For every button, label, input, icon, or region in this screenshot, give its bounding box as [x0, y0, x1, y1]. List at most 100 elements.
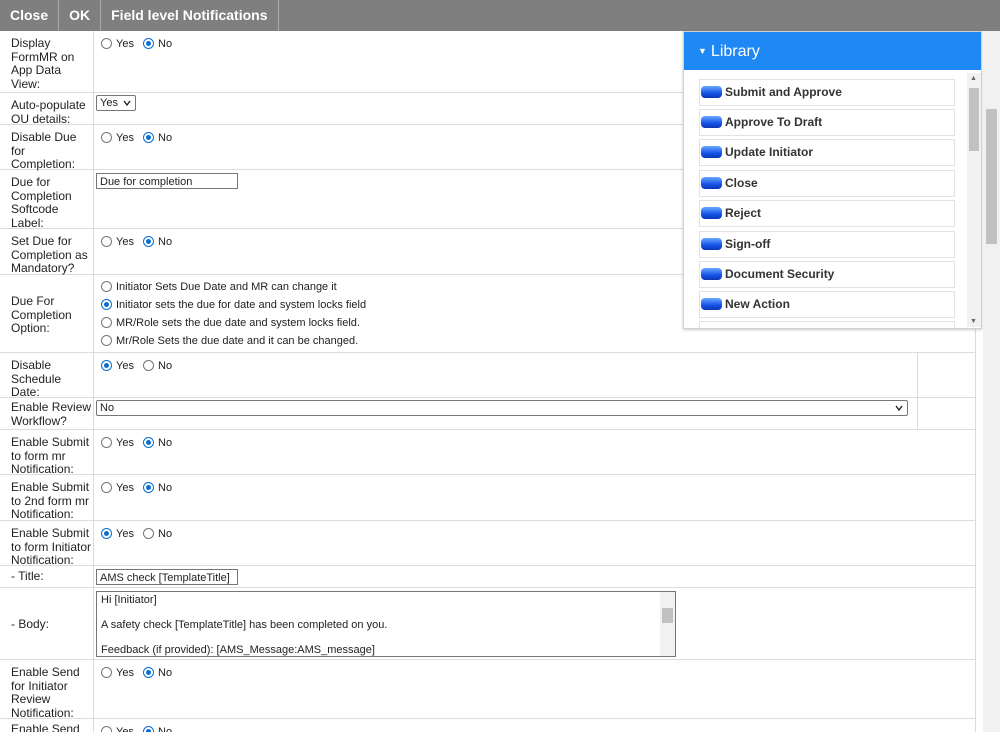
no-radio[interactable]	[143, 132, 155, 143]
library-item-submit-and-approve[interactable]: Submit and Approve	[699, 79, 955, 106]
library-item-sign-off[interactable]: Sign-off	[699, 231, 955, 258]
row-label: Display FormMR on App Data View:	[11, 36, 75, 91]
button-pill-icon	[701, 146, 722, 158]
yes-radio[interactable]	[101, 667, 112, 678]
yes-radio[interactable]	[101, 132, 112, 143]
no-label: No	[158, 726, 173, 732]
row-label: Enable Send for Initiator Review Notific…	[11, 665, 80, 720]
row-label: Enable Review Workflow?	[11, 400, 92, 428]
page-scrollbar[interactable]	[983, 31, 1000, 732]
due-option-4-label: Mr/Role Sets the due date and it can be …	[116, 335, 359, 347]
row-send-initiator-review: Enable Send for Initiator Review Notific…	[0, 660, 976, 720]
page-scroll-thumb[interactable]	[986, 109, 997, 244]
row-label: Due For Completion Option:	[11, 294, 72, 336]
no-label: No	[158, 236, 173, 248]
due-option-3-label: MR/Role sets the due date and system loc…	[116, 317, 360, 329]
scroll-up-icon[interactable]: ▲	[970, 75, 977, 82]
yes-radio[interactable]	[101, 482, 112, 493]
body-textarea[interactable]: Hi [Initiator] A safety check [TemplateT…	[96, 591, 676, 657]
library-item-label: New Action	[725, 297, 790, 311]
row-label: Enable Submit to form Initiator Notifica…	[11, 526, 92, 568]
due-option-3-radio[interactable]	[101, 317, 112, 328]
library-item-approve-to-draft[interactable]: Approve To Draft	[699, 109, 955, 136]
no-radio[interactable]	[143, 482, 155, 493]
row-body: - Body: Hi [Initiator] A safety check [T…	[0, 588, 976, 660]
caret-down-icon: ▼	[698, 46, 707, 56]
row-label: Enable Submit to 2nd form mr Notificatio…	[11, 480, 90, 522]
yes-label: Yes	[116, 726, 134, 732]
library-title: Library	[710, 43, 760, 60]
row-label: Disable Schedule Date:	[11, 358, 62, 400]
textarea-scrollbar[interactable]	[660, 592, 675, 656]
due-option-4-radio[interactable]	[101, 335, 112, 346]
yes-radio[interactable]	[101, 38, 112, 49]
row-label: - Title:	[11, 569, 44, 583]
no-label: No	[158, 437, 173, 449]
due-option-2-radio[interactable]	[101, 299, 112, 310]
button-pill-icon	[701, 268, 722, 280]
due-option-2-label: Initiator sets the due for date and syst…	[116, 299, 367, 311]
select-value: Yes	[100, 97, 118, 109]
library-scroll-thumb[interactable]	[969, 88, 979, 151]
no-radio[interactable]	[143, 667, 155, 678]
toolbar: Close OK Field level Notifications	[0, 0, 1000, 31]
yes-radio[interactable]	[101, 236, 112, 247]
library-item-partial[interactable]	[699, 321, 955, 328]
select-value: No	[100, 402, 115, 414]
library-item-new-action[interactable]: New Action	[699, 291, 955, 318]
library-item-update-initiator[interactable]: Update Initiator	[699, 139, 955, 166]
row-send-partial: Enable Send Yes No	[0, 719, 976, 732]
library-item-reject[interactable]: Reject	[699, 200, 955, 227]
yes-label: Yes	[116, 482, 134, 494]
library-panel: ▼ Library Submit and Approve Approve To D…	[683, 31, 982, 329]
no-radio[interactable]	[143, 236, 155, 247]
body-line: A safety check [TemplateTitle] has been …	[101, 619, 388, 631]
chevron-down-icon	[123, 100, 131, 107]
no-label: No	[158, 482, 173, 494]
no-radio[interactable]	[143, 726, 155, 732]
library-scrollbar[interactable]: ▲ ▼	[967, 73, 981, 327]
due-option-1-label: Initiator Sets Due Date and MR can chang…	[116, 281, 337, 293]
yes-radio[interactable]	[101, 726, 112, 732]
library-item-document-security[interactable]: Document Security	[699, 261, 955, 288]
no-radio[interactable]	[143, 38, 155, 49]
row-title: - Title: AMS check [TemplateTitle]	[0, 566, 976, 588]
yes-radio[interactable]	[101, 528, 112, 539]
no-radio[interactable]	[143, 528, 155, 539]
row-label: Due for Completion Softcode Label:	[11, 175, 72, 230]
row-label: Enable Send	[11, 722, 80, 732]
yes-label: Yes	[116, 437, 134, 449]
library-item-label: Update Initiator	[725, 145, 814, 159]
row-submit-initiator: Enable Submit to form Initiator Notifica…	[0, 521, 976, 568]
button-pill-icon	[701, 238, 722, 250]
library-item-close[interactable]: Close	[699, 170, 955, 197]
scroll-down-icon[interactable]: ▼	[970, 318, 977, 325]
library-item-label: Approve To Draft	[725, 115, 823, 129]
no-radio[interactable]	[143, 437, 155, 448]
button-pill-icon	[701, 298, 722, 310]
row-label: Enable Submit to form mr Notification:	[11, 435, 90, 477]
title-input[interactable]: AMS check [TemplateTitle]	[96, 569, 238, 585]
yes-label: Yes	[116, 132, 134, 144]
no-label: No	[158, 38, 173, 50]
enable-review-select[interactable]: No	[96, 400, 908, 416]
yes-radio[interactable]	[101, 437, 112, 448]
library-header[interactable]: ▼ Library	[684, 32, 981, 70]
row-submit-form-mr: Enable Submit to form mr Notification: Y…	[0, 430, 976, 477]
due-softcode-input[interactable]: Due for completion	[96, 173, 238, 189]
no-radio[interactable]	[143, 360, 155, 371]
yes-label: Yes	[116, 667, 134, 679]
row-label: Auto-populate OU details:	[11, 98, 86, 126]
close-button[interactable]: Close	[0, 0, 60, 31]
library-item-label: Submit and Approve	[725, 85, 842, 99]
yes-radio[interactable]	[101, 360, 112, 371]
due-option-1-radio[interactable]	[101, 281, 112, 292]
row-disable-schedule: Disable Schedule Date: Yes No	[0, 353, 976, 400]
library-item-label: Reject	[725, 206, 762, 220]
body-line: Hi [Initiator]	[101, 594, 157, 606]
auto-populate-select[interactable]: Yes	[96, 95, 136, 111]
field-level-notifications-button[interactable]: Field level Notifications	[101, 0, 279, 31]
no-label: No	[158, 360, 173, 372]
library-list: Submit and Approve Approve To Draft Upda…	[684, 70, 981, 328]
ok-button[interactable]: OK	[59, 0, 102, 31]
